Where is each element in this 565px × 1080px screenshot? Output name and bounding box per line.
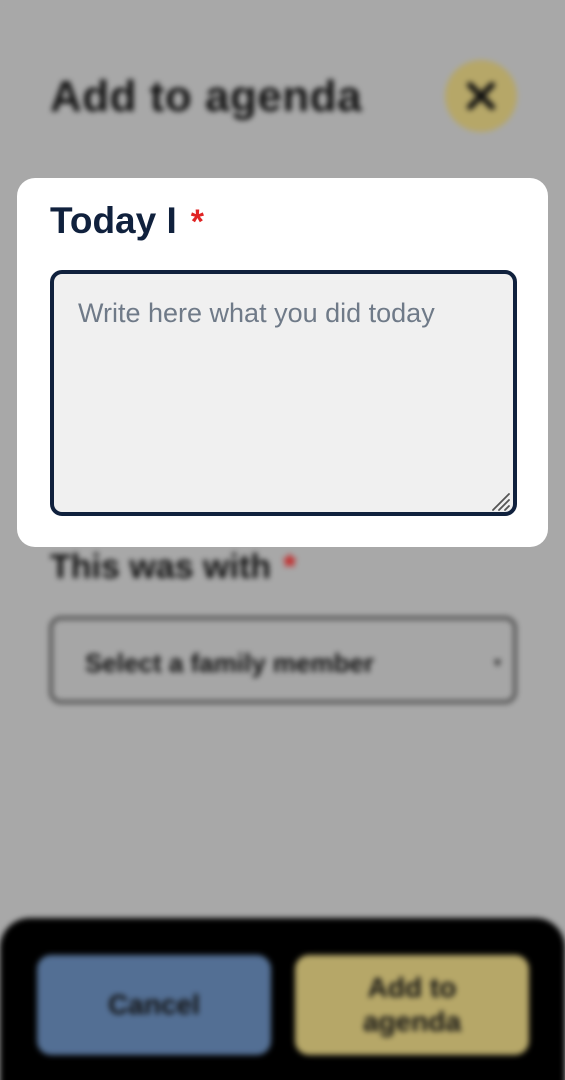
chevron-down-icon: ▾	[493, 654, 501, 670]
required-asterisk: *	[190, 203, 205, 241]
family-member-select-value: Select a family member	[85, 648, 375, 678]
with-label: This was with *	[50, 548, 296, 587]
with-label-text: This was with	[50, 548, 272, 586]
add-to-agenda-button[interactable]: Add to agenda	[295, 955, 529, 1055]
page-title: Add to agenda	[50, 72, 363, 121]
today-textarea[interactable]	[50, 270, 517, 516]
close-button[interactable]	[445, 60, 517, 132]
resize-handle-icon[interactable]	[487, 488, 511, 512]
cancel-button[interactable]: Cancel	[37, 955, 271, 1055]
today-label-text: Today I	[50, 200, 177, 241]
family-member-select[interactable]: Select a family member ▾	[49, 616, 517, 704]
today-label: Today I *	[50, 200, 204, 242]
close-icon	[467, 82, 495, 110]
required-asterisk: *	[283, 548, 297, 586]
today-field-card: Today I *	[17, 178, 548, 547]
